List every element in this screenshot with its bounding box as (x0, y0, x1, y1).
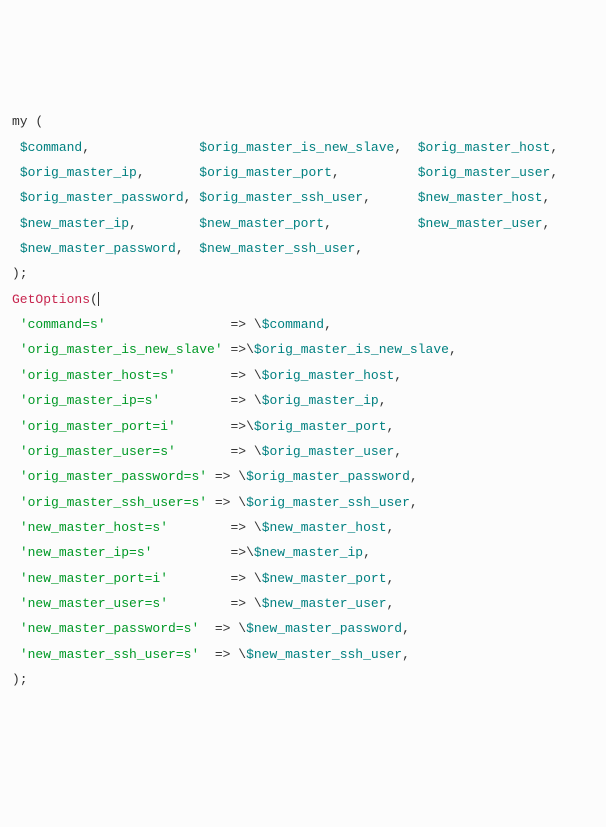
variable: $orig_master_is_new_slave (199, 140, 394, 155)
variable: $orig_master_ip (20, 165, 137, 180)
option-key: 'orig_master_is_new_slave' (20, 342, 223, 357)
variable: $new_master_host (418, 190, 543, 205)
option-var: $new_master_host (262, 520, 387, 535)
option-var: $new_master_user (262, 596, 387, 611)
option-var: $orig_master_is_new_slave (254, 342, 449, 357)
option-key: 'new_master_password=s' (20, 621, 199, 636)
option-var: $orig_master_ssh_user (246, 495, 410, 510)
code-block: my ( $command, $orig_master_is_new_slave… (12, 109, 594, 692)
fat-arrow: => (230, 444, 246, 459)
option-var: $orig_master_user (262, 444, 395, 459)
variable: $new_master_user (418, 216, 543, 231)
option-key: 'new_master_ssh_user=s' (20, 647, 199, 662)
option-key: 'orig_master_host=s' (20, 368, 176, 383)
fat-arrow: => (215, 469, 231, 484)
function-getoptions: GetOptions (12, 292, 90, 307)
fat-arrow: => (230, 571, 246, 586)
fat-arrow: => (230, 317, 246, 332)
fat-arrow: => (230, 368, 246, 383)
option-key: 'orig_master_port=i' (20, 419, 176, 434)
variable: $command (20, 140, 82, 155)
option-key: 'orig_master_password=s' (20, 469, 207, 484)
option-var: $orig_master_host (262, 368, 395, 383)
variable: $orig_master_host (418, 140, 551, 155)
variable: $new_master_ip (20, 216, 129, 231)
fat-arrow: => (215, 647, 231, 662)
option-key: 'orig_master_user=s' (20, 444, 176, 459)
option-var: $orig_master_password (246, 469, 410, 484)
fat-arrow: => (215, 621, 231, 636)
option-key: 'new_master_host=s' (20, 520, 168, 535)
option-key: 'command=s' (20, 317, 106, 332)
option-key: 'orig_master_ip=s' (20, 393, 160, 408)
option-var: $orig_master_port (254, 419, 387, 434)
fat-arrow: => (230, 393, 246, 408)
option-var: $new_master_port (262, 571, 387, 586)
keyword-my: my (12, 114, 28, 129)
option-var: $new_master_ip (254, 545, 363, 560)
option-key: 'new_master_port=i' (20, 571, 168, 586)
variable: $orig_master_port (199, 165, 332, 180)
variable: $orig_master_user (418, 165, 551, 180)
option-key: 'new_master_user=s' (20, 596, 168, 611)
fat-arrow: => (230, 342, 246, 357)
option-var: $new_master_password (246, 621, 402, 636)
variable: $new_master_port (199, 216, 324, 231)
option-var: $new_master_ssh_user (246, 647, 402, 662)
option-var: $command (262, 317, 324, 332)
fat-arrow: => (215, 495, 231, 510)
variable: $orig_master_password (20, 190, 184, 205)
option-var: $orig_master_ip (262, 393, 379, 408)
option-key: 'orig_master_ssh_user=s' (20, 495, 207, 510)
option-key: 'new_master_ip=s' (20, 545, 153, 560)
variable: $new_master_ssh_user (199, 241, 355, 256)
variable: $orig_master_ssh_user (199, 190, 363, 205)
fat-arrow: => (230, 545, 246, 560)
fat-arrow: => (230, 596, 246, 611)
fat-arrow: => (230, 520, 246, 535)
text-cursor (98, 292, 99, 306)
variable: $new_master_password (20, 241, 176, 256)
fat-arrow: => (230, 419, 246, 434)
